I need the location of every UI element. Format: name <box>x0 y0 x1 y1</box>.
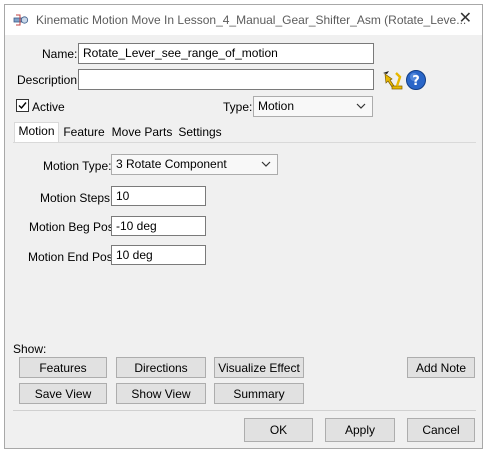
motion-steps-field[interactable]: 10 <box>111 186 206 206</box>
tab-feature[interactable]: Feature <box>60 124 108 143</box>
type-dropdown[interactable]: Motion <box>253 96 373 117</box>
active-checkbox[interactable] <box>16 99 29 112</box>
motion-type-label: Motion Type: <box>43 159 112 173</box>
description-label: Description: <box>17 73 81 87</box>
summary-button[interactable]: Summary <box>214 383 304 404</box>
kinematic-app-icon <box>13 12 29 28</box>
motion-beg-pos-field[interactable]: -10 deg <box>111 216 206 236</box>
motion-end-pos-label: Motion End Pos: <box>28 250 117 264</box>
cancel-button[interactable]: Cancel <box>407 418 475 442</box>
show-label: Show: <box>13 342 47 356</box>
motion-type-dropdown[interactable]: 3 Rotate Component <box>111 154 278 175</box>
close-icon[interactable]: ✕ <box>459 11 472 27</box>
type-value: Motion <box>258 99 295 113</box>
help-icon[interactable]: ? <box>405 69 427 91</box>
name-label: Name: <box>42 47 78 61</box>
window-title: Kinematic Motion Move In Lesson_4_Manual… <box>36 13 467 27</box>
visualize-effect-button[interactable]: Visualize Effect <box>214 357 304 378</box>
name-field[interactable]: Rotate_Lever_see_range_of_motion <box>78 43 374 64</box>
tab-move-parts[interactable]: Move Parts <box>109 124 175 143</box>
active-label: Active <box>32 100 65 114</box>
type-label: Type: <box>223 100 253 114</box>
features-button[interactable]: Features <box>19 357 107 378</box>
directions-button[interactable]: Directions <box>116 357 206 378</box>
save-view-button[interactable]: Save View <box>19 383 107 404</box>
tab-motion[interactable]: Motion <box>14 122 59 143</box>
select-pointer-icon[interactable] <box>381 69 403 91</box>
dialog-window: Kinematic Motion Move In Lesson_4_Manual… <box>4 4 483 449</box>
motion-type-value: 3 Rotate Component <box>116 157 227 171</box>
ok-button[interactable]: OK <box>244 418 313 442</box>
add-note-button[interactable]: Add Note <box>407 357 475 378</box>
description-field[interactable] <box>78 69 374 90</box>
footer-divider <box>13 410 476 411</box>
chevron-down-icon <box>356 100 366 110</box>
apply-button[interactable]: Apply <box>325 418 395 442</box>
chevron-down-icon <box>261 158 271 168</box>
motion-end-pos-field[interactable]: 10 deg <box>111 245 206 265</box>
motion-steps-label: Motion Steps: <box>40 191 114 205</box>
title-bar: Kinematic Motion Move In Lesson_4_Manual… <box>5 5 482 35</box>
show-view-button[interactable]: Show View <box>116 383 206 404</box>
motion-beg-pos-label: Motion Beg Pos: <box>29 220 118 234</box>
svg-text:?: ? <box>412 74 420 89</box>
tab-settings[interactable]: Settings <box>176 124 224 143</box>
